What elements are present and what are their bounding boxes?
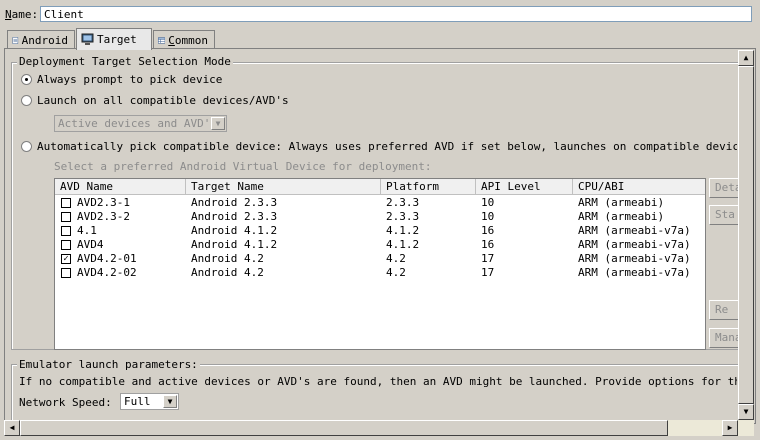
scroll-thumb-horizontal[interactable] xyxy=(20,420,668,436)
table-icon xyxy=(158,36,166,44)
cell-target: Android 2.3.3 xyxy=(191,210,278,223)
radio-always-prompt[interactable] xyxy=(21,74,32,85)
cell-abi: ARM (armeabi-v7a) xyxy=(578,266,691,279)
cell-target: Android 4.1.2 xyxy=(191,238,278,251)
row-checkbox[interactable] xyxy=(61,240,71,250)
cell-name: 4.1 xyxy=(77,224,97,237)
col-cpu-abi[interactable]: CPU/ABI xyxy=(573,179,705,194)
row-checkbox[interactable] xyxy=(61,226,71,236)
col-target-name[interactable]: Target Name xyxy=(186,179,381,194)
row-checkbox[interactable] xyxy=(61,268,71,278)
cell-api: 17 xyxy=(481,252,495,265)
table-row[interactable]: AVD2.3-2 Android 2.3.3 2.3.3 10 ARM (armeabi… xyxy=(55,210,705,224)
table-row[interactable]: AVD4 Android 4.1.2 4.1.2 16 ARM (armeabi-v7a… xyxy=(55,238,705,252)
table-row[interactable]: ✓ AVD4.2-01 Android 4.2 4.2 17 ARM (armeabi-v… xyxy=(55,252,705,266)
cell-target: Android 4.1.2 xyxy=(191,224,278,237)
label-launch-all: Launch on all compatible devices/AVD's xyxy=(37,94,289,107)
row-checkbox[interactable]: ✓ xyxy=(61,254,71,264)
tab-common[interactable]: Common xyxy=(153,30,215,49)
col-avd-name[interactable]: AVD Name xyxy=(55,179,186,194)
cell-platform: 4.2 xyxy=(386,266,406,279)
row-checkbox[interactable] xyxy=(61,198,71,208)
horizontal-scrollbar[interactable]: ◀ ▶ xyxy=(4,420,754,436)
launch-all-combo-value: Active devices and AVD's xyxy=(58,117,217,130)
cell-abi: ARM (armeabi) xyxy=(578,196,665,209)
cell-api: 10 xyxy=(481,210,495,223)
cell-api: 10 xyxy=(481,196,495,209)
select-avd-hint: Select a preferred Android Virtual Devic… xyxy=(54,160,432,173)
cell-abi: ARM (armeabi-v7a) xyxy=(578,252,691,265)
cell-platform: 4.1.2 xyxy=(386,224,420,237)
network-speed-value: Full xyxy=(124,395,151,408)
row-checkbox[interactable] xyxy=(61,212,71,222)
chevron-down-icon: ▼ xyxy=(211,117,225,130)
network-speed-label: Network Speed: xyxy=(19,396,112,409)
label-auto-pick: Automatically pick compatible device: Al… xyxy=(37,140,737,153)
cell-target: Android 2.3.3 xyxy=(191,196,278,209)
avd-table: AVD Name Target Name Platform API Level … xyxy=(54,178,706,350)
cell-platform: 4.2 xyxy=(386,252,406,265)
cell-platform: 4.1.2 xyxy=(386,238,420,251)
vertical-scrollbar[interactable]: ▲ ▼ xyxy=(738,50,754,420)
cell-name: AVD4 xyxy=(77,238,104,251)
radio-auto-pick[interactable] xyxy=(21,141,32,152)
launch-all-combo[interactable]: Active devices and AVD's ▼ xyxy=(54,115,227,132)
emulator-group-title: Emulator launch parameters: xyxy=(17,358,200,371)
cell-name: AVD4.2-02 xyxy=(77,266,137,279)
scroll-down-icon[interactable]: ▼ xyxy=(738,404,754,420)
cell-name: AVD4.2-01 xyxy=(77,252,137,265)
network-speed-combo[interactable]: Full ▼ xyxy=(120,393,179,410)
tab-android[interactable]: Android xyxy=(7,30,75,49)
chevron-down-icon: ▼ xyxy=(163,395,177,408)
cell-api: 16 xyxy=(481,238,495,251)
cell-api: 16 xyxy=(481,224,495,237)
scroll-right-icon[interactable]: ▶ xyxy=(722,420,738,436)
cell-platform: 2.3.3 xyxy=(386,196,420,209)
scroll-up-icon[interactable]: ▲ xyxy=(738,50,754,66)
avd-table-header: AVD Name Target Name Platform API Level … xyxy=(55,179,705,195)
cell-target: Android 4.2 xyxy=(191,266,264,279)
scroll-left-icon[interactable]: ◀ xyxy=(4,420,20,436)
cell-abi: ARM (armeabi) xyxy=(578,210,665,223)
col-api-level[interactable]: API Level xyxy=(476,179,573,194)
document-icon xyxy=(12,36,19,44)
cell-abi: ARM (armeabi-v7a) xyxy=(578,224,691,237)
cell-name: AVD2.3-1 xyxy=(77,196,130,209)
col-platform[interactable]: Platform xyxy=(381,179,476,194)
table-row[interactable]: 4.1 Android 4.1.2 4.1.2 16 ARM (armeabi-v7a) xyxy=(55,224,705,238)
device-icon xyxy=(81,33,94,45)
tab-common-label: Common xyxy=(168,33,208,47)
cell-platform: 2.3.3 xyxy=(386,210,420,223)
deployment-group-title: Deployment Target Selection Mode xyxy=(17,55,233,68)
emulator-description: If no compatible and active devices or A… xyxy=(19,375,737,388)
cell-abi: ARM (armeabi-v7a) xyxy=(578,238,691,251)
label-always-prompt: Always prompt to pick device xyxy=(37,73,223,86)
radio-launch-all[interactable] xyxy=(21,95,32,106)
scroll-thumb[interactable] xyxy=(738,66,754,404)
cell-name: AVD2.3-2 xyxy=(77,210,130,223)
cell-api: 17 xyxy=(481,266,495,279)
name-input[interactable]: Client xyxy=(40,6,752,22)
tab-target[interactable]: Target xyxy=(76,28,152,50)
table-row[interactable]: AVD2.3-1 Android 2.3.3 2.3.3 10 ARM (armeabi… xyxy=(55,196,705,210)
name-label: Name: xyxy=(5,8,39,21)
table-row[interactable]: AVD4.2-02 Android 4.2 4.2 17 ARM (armeabi-v7… xyxy=(55,266,705,280)
cell-target: Android 4.2 xyxy=(191,252,264,265)
